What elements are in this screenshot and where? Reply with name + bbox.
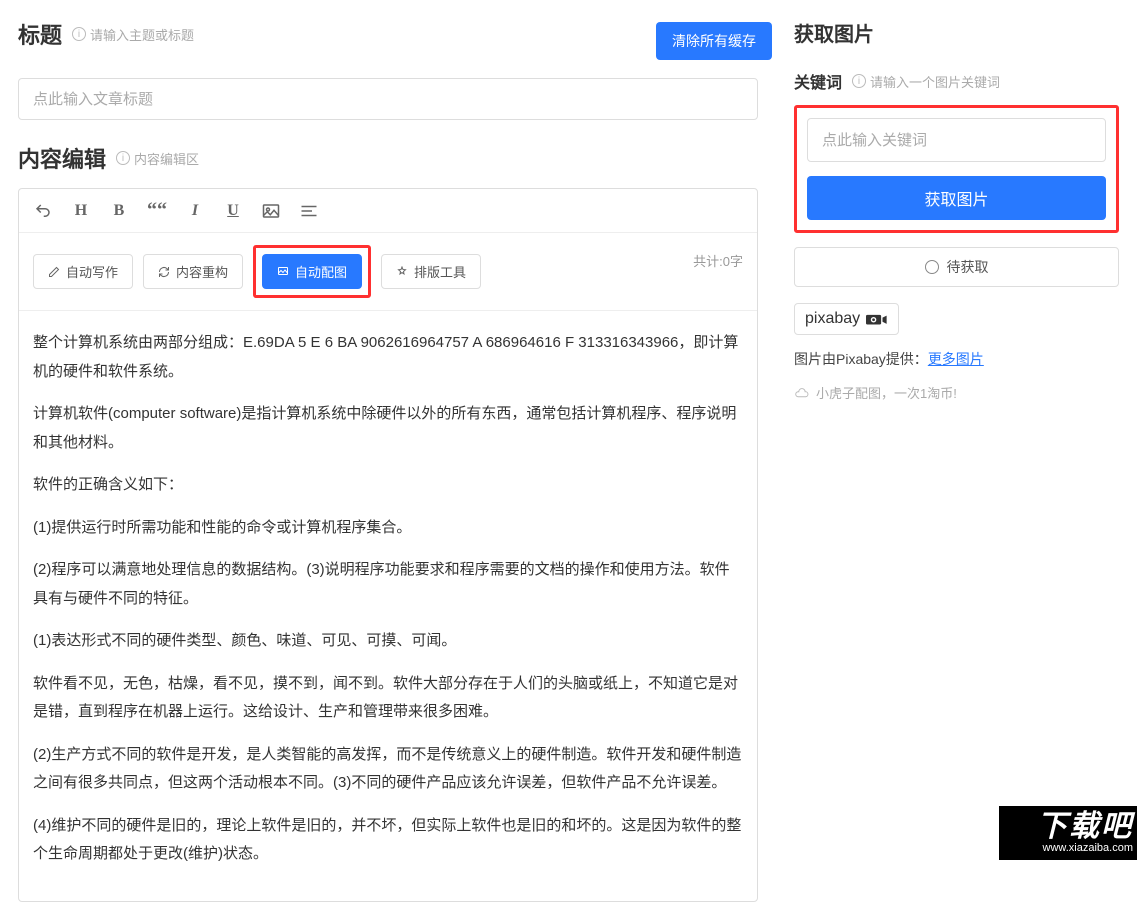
content-hint: i 内容编辑区 [116, 149, 199, 168]
cloud-icon [794, 388, 810, 398]
layout-tool-label: 排版工具 [414, 262, 466, 281]
watermark-text: 下载吧 [1037, 812, 1133, 842]
undo-icon[interactable] [33, 202, 53, 220]
title-hint-text: 请输入主题或标题 [90, 25, 194, 44]
auto-image-label: 自动配图 [295, 262, 347, 281]
content-hint-text: 内容编辑区 [134, 149, 199, 168]
formatting-toolbar: H B ““ I U [19, 189, 757, 233]
provider-prefix: 图片由Pixabay提供： [794, 351, 928, 367]
underline-icon[interactable]: U [223, 202, 243, 220]
content-paragraph: 计算机软件(computer software)是指计算机系统中除硬件以外的所有… [33, 400, 743, 457]
keyword-label: 关键词 [794, 69, 842, 93]
pixabay-text: pixabay [805, 310, 860, 328]
auto-write-label: 自动写作 [66, 262, 118, 281]
reconstruct-label: 内容重构 [176, 262, 228, 281]
keyword-hint-text: 请输入一个图片关键词 [870, 72, 1000, 91]
keyword-header: 关键词 i 请输入一个图片关键词 [794, 69, 1119, 93]
word-count: 共计:0字 [693, 251, 743, 270]
keyword-highlight-box: 获取图片 [794, 105, 1119, 233]
left-panel: 标题 i 请输入主题或标题 清除所有缓存 内容编辑 i 内容编辑区 H B ““… [0, 0, 772, 860]
content-paragraph: 软件看不见，无色，枯燥，看不见，摸不到，闻不到。软件大部分存在于人们的头脑或纸上… [33, 670, 743, 727]
footer-hint-text: 小虎子配图，一次1淘币! [816, 383, 957, 402]
content-paragraph: (2)程序可以满意地处理信息的数据结构。(3)说明程序功能要求和程序需要的文档的… [33, 556, 743, 613]
content-paragraph: (1)提供运行时所需功能和性能的命令或计算机程序集合。 [33, 514, 743, 543]
watermark-url: www.xiazaiba.com [1043, 842, 1133, 854]
more-images-link[interactable]: 更多图片 [928, 351, 984, 367]
editor-box: H B ““ I U 自动写作 内容重构 [18, 188, 758, 902]
title-section-header: 标题 i 请输入主题或标题 [18, 18, 194, 50]
pixabay-badge: pixabay [794, 303, 899, 335]
image-icon[interactable] [261, 203, 281, 219]
keyword-input[interactable] [807, 118, 1106, 162]
content-paragraph: (2)生产方式不同的软件是开发，是人类智能的高发挥，而不是传统意义上的硬件制造。… [33, 741, 743, 798]
camera-icon [866, 312, 888, 326]
keyword-hint: i 请输入一个图片关键词 [852, 72, 1000, 91]
info-icon: i [72, 27, 86, 41]
bold-icon[interactable]: B [109, 202, 129, 220]
italic-icon[interactable]: I [185, 202, 205, 220]
article-title-input[interactable] [18, 78, 758, 120]
pending-label: 待获取 [947, 257, 989, 277]
right-panel: 获取图片 关键词 i 请输入一个图片关键词 获取图片 待获取 pixabay 图… [772, 0, 1137, 860]
action-toolbar: 自动写作 内容重构 自动配图 排版工具 共计:0字 [19, 233, 757, 311]
pending-status[interactable]: 待获取 [794, 247, 1119, 287]
quote-icon[interactable]: ““ [147, 199, 167, 222]
watermark: 下载吧 www.xiazaiba.com [997, 804, 1137, 860]
content-paragraph: 整个计算机系统由两部分组成：E.69DA 5 E 6 BA 9062616964… [33, 329, 743, 386]
title-header-row: 标题 i 请输入主题或标题 清除所有缓存 [18, 18, 772, 64]
heading-icon[interactable]: H [71, 202, 91, 220]
auto-image-highlight: 自动配图 [253, 245, 371, 298]
editor-content[interactable]: 整个计算机系统由两部分组成：E.69DA 5 E 6 BA 9062616964… [19, 311, 757, 901]
clear-cache-button[interactable]: 清除所有缓存 [656, 22, 772, 60]
get-image-button[interactable]: 获取图片 [807, 176, 1106, 220]
auto-write-button[interactable]: 自动写作 [33, 254, 133, 289]
info-icon: i [116, 151, 130, 165]
reconstruct-button[interactable]: 内容重构 [143, 254, 243, 289]
auto-image-button[interactable]: 自动配图 [262, 254, 362, 289]
layout-tool-button[interactable]: 排版工具 [381, 254, 481, 289]
align-icon[interactable] [299, 204, 319, 218]
footer-hint: 小虎子配图，一次1淘币! [794, 383, 1119, 402]
title-label: 标题 [18, 18, 62, 50]
content-label: 内容编辑 [18, 142, 106, 174]
content-paragraph: 软件的正确含义如下： [33, 471, 743, 500]
circle-icon [925, 260, 939, 274]
info-icon: i [852, 74, 866, 88]
content-section-header: 内容编辑 i 内容编辑区 [18, 142, 772, 174]
provider-line: 图片由Pixabay提供：更多图片 [794, 349, 1119, 369]
get-image-title: 获取图片 [794, 18, 1119, 47]
content-paragraph: (1)表达形式不同的硬件类型、颜色、味道、可见、可摸、可闻。 [33, 627, 743, 656]
title-hint: i 请输入主题或标题 [72, 25, 194, 44]
